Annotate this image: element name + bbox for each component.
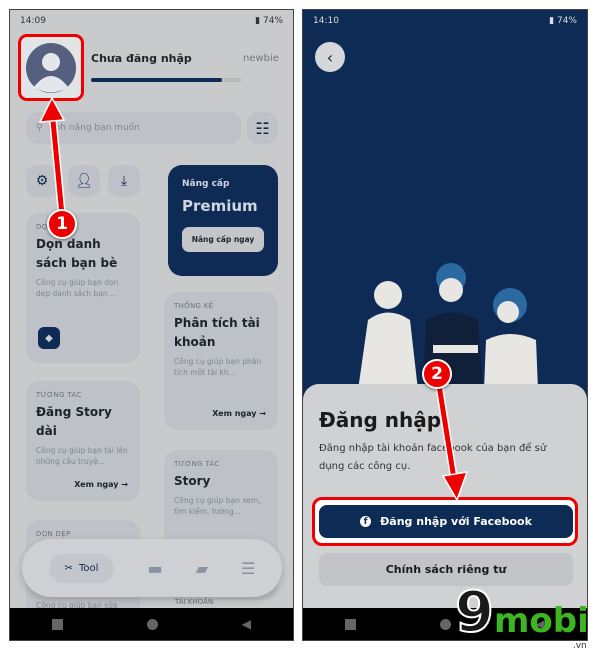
step-1-badge: 1 (47, 209, 77, 239)
watermark-digit: 9 (454, 580, 495, 645)
watermark-text: mobi (493, 601, 589, 641)
arrow-2 (436, 384, 458, 486)
step-2-badge: 2 (422, 359, 452, 389)
annotation-arrows (38, 96, 469, 502)
watermark-logo: 9 mobi .vn (454, 580, 589, 651)
